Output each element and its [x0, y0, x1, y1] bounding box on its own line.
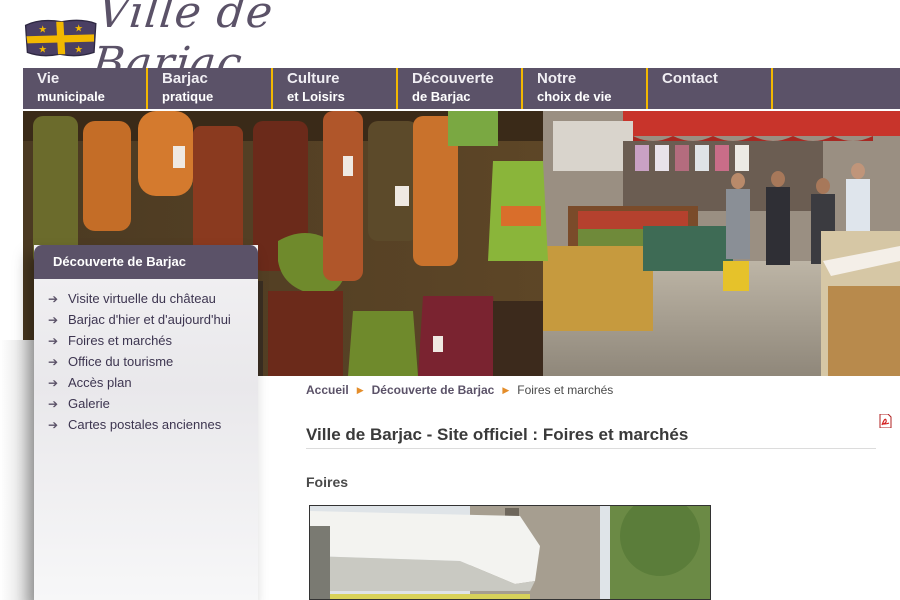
sidebar-item-label: Barjac d'hier et d'aujourd'hui [68, 312, 231, 327]
title-divider [306, 448, 876, 449]
page-side-shadow [0, 340, 34, 600]
arrow-right-icon: ➔ [48, 291, 59, 306]
nav-item-decouverte[interactable]: Découverte de Barjac [398, 68, 523, 109]
breadcrumb-home[interactable]: Accueil [306, 383, 349, 397]
site-header: ★ ★ ★ ★ Ville de Barjac [0, 0, 900, 89]
nav-item-barjac-pratique[interactable]: Barjac pratique [148, 68, 273, 109]
sidebar-item-label: Foires et marchés [68, 333, 173, 348]
nav-item-line2: de Barjac [412, 89, 471, 104]
main-navigation: Vie municipale Barjac pratique Culture e… [23, 68, 900, 109]
triangle-right-icon: ▶ [502, 384, 510, 395]
sidebar-panel: Découverte de Barjac ➔ Visite virtuelle … [34, 245, 258, 600]
svg-text:★: ★ [38, 44, 47, 55]
breadcrumb-current: Foires et marchés [517, 383, 614, 397]
sidebar-item-office-tourisme[interactable]: ➔ Office du tourisme [34, 351, 258, 372]
svg-text:★: ★ [74, 24, 83, 35]
nav-item-culture-loisirs[interactable]: Culture et Loisirs [273, 68, 398, 109]
nav-item-line1: Vie [37, 70, 60, 87]
sidebar-menu: ➔ Visite virtuelle du château ➔ Barjac d… [34, 288, 258, 435]
sidebar-item-label: Visite virtuelle du château [68, 291, 216, 306]
sidebar-item-visite-virtuelle[interactable]: ➔ Visite virtuelle du château [34, 288, 258, 309]
sidebar-item-barjac-hier[interactable]: ➔ Barjac d'hier et d'aujourd'hui [34, 309, 258, 330]
sidebar-item-cartes-postales[interactable]: ➔ Cartes postales anciennes [34, 414, 258, 435]
nav-item-choix-de-vie[interactable]: Notre choix de vie [523, 68, 648, 109]
foires-photo [309, 505, 711, 600]
site-logo[interactable]: ★ ★ ★ ★ Ville de Barjac [22, 0, 402, 89]
sidebar-item-label: Office du tourisme [68, 354, 174, 369]
nav-item-line1: Découverte [412, 70, 494, 87]
arrow-right-icon: ➔ [48, 333, 59, 348]
nav-item-line1: Notre [537, 70, 577, 87]
section-heading: Foires [306, 474, 349, 490]
sidebar-item-foires-marches[interactable]: ➔ Foires et marchés [34, 330, 258, 351]
breadcrumb-decouverte[interactable]: Découverte de Barjac [372, 383, 495, 397]
arrow-right-icon: ➔ [48, 396, 59, 411]
sidebar-item-label: Cartes postales anciennes [68, 417, 222, 432]
arrow-right-icon: ➔ [48, 312, 59, 327]
sidebar-item-label: Galerie [68, 396, 110, 411]
pdf-icon[interactable] [879, 414, 892, 428]
fair-photo-illustration [310, 506, 710, 599]
svg-text:★: ★ [74, 44, 83, 55]
nav-item-contact[interactable]: Contact [648, 68, 773, 109]
sidebar-item-acces-plan[interactable]: ➔ Accès plan [34, 372, 258, 393]
arrow-right-icon: ➔ [48, 417, 59, 432]
nav-item-vie-municipale[interactable]: Vie municipale [23, 68, 148, 109]
barjac-flag-icon: ★ ★ ★ ★ [24, 19, 97, 57]
nav-item-line2: et Loisirs [287, 89, 345, 104]
svg-text:★: ★ [38, 25, 47, 36]
nav-item-line2: choix de vie [537, 89, 612, 104]
nav-item-line1: Contact [662, 70, 718, 87]
sidebar-item-label: Accès plan [68, 375, 132, 390]
breadcrumb: Accueil ▶ Découverte de Barjac ▶ Foires … [306, 381, 613, 399]
sidebar-title: Découverte de Barjac [34, 245, 258, 279]
page-title: Ville de Barjac - Site officiel : Foires… [306, 425, 689, 444]
arrow-right-icon: ➔ [48, 354, 59, 369]
triangle-right-icon: ▶ [356, 384, 364, 395]
arrow-right-icon: ➔ [48, 375, 59, 390]
nav-item-line1: Barjac [162, 70, 208, 87]
nav-item-line2: pratique [162, 89, 214, 104]
sidebar-item-galerie[interactable]: ➔ Galerie [34, 393, 258, 414]
nav-item-line1: Culture [287, 70, 340, 87]
nav-item-line2: municipale [37, 89, 105, 104]
